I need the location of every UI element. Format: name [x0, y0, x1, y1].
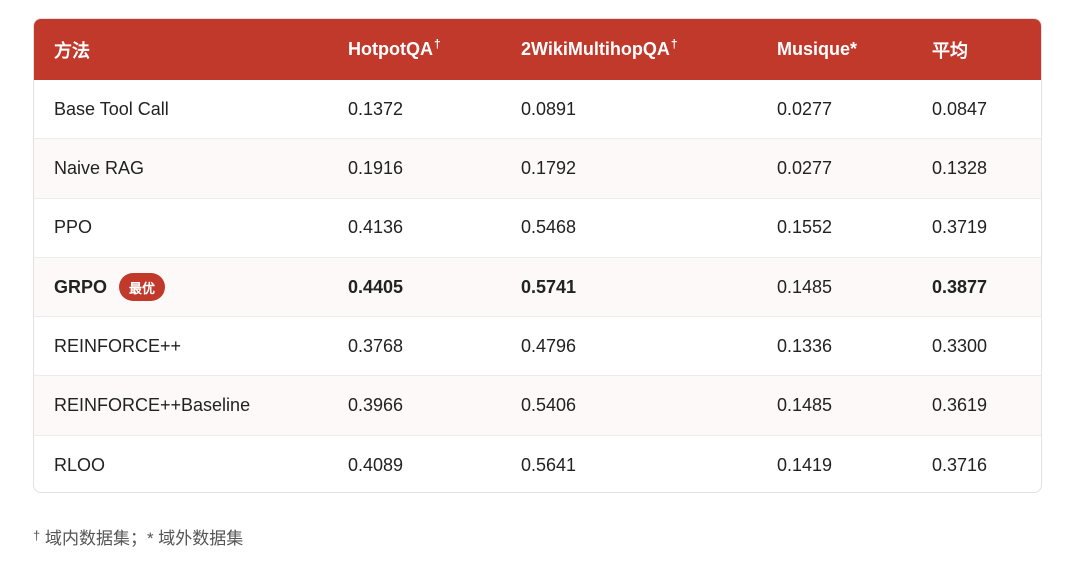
- footnote-text: 域内数据集；* 域外数据集: [40, 529, 244, 548]
- method-cell: REINFORCE++: [54, 335, 182, 356]
- dagger-mark: †: [33, 528, 41, 543]
- method-name: GRPO: [54, 276, 108, 297]
- table-row: REINFORCE++Baseline 0.3966 0.5406 0.1485…: [34, 376, 1041, 436]
- wiki-cell: 0.1792: [521, 157, 577, 178]
- musique-cell: 0.0277: [777, 157, 833, 178]
- dagger-mark: †: [433, 36, 441, 51]
- method-cell: REINFORCE++Baseline: [54, 395, 251, 416]
- average-cell: 0.1328: [932, 157, 988, 178]
- hotpotqa-cell: 0.3966: [348, 395, 404, 416]
- table-footnote: † 域内数据集；* 域外数据集: [33, 524, 243, 549]
- table-row: Naive RAG 0.1916 0.1792 0.0277 0.1328: [34, 139, 1041, 199]
- method-cell: RLOO: [54, 454, 106, 475]
- hotpotqa-cell: 0.4136: [348, 217, 404, 238]
- musique-cell: 0.1485: [777, 276, 833, 297]
- results-table: 方法 HotpotQA † 2WikiMultihopQA † Musique* 平…: [33, 18, 1042, 493]
- hotpotqa-cell: 0.1372: [348, 98, 404, 119]
- table-row: PPO 0.4136 0.5468 0.1552 0.3719: [34, 199, 1041, 258]
- table-row-best: GRPO 最优 0.4405 0.5741 0.1485 0.3877: [34, 257, 1041, 318]
- header-average: 平均: [932, 40, 968, 61]
- table-row: RLOO 0.4089 0.5641 0.1419 0.3716: [34, 436, 1041, 492]
- wiki-cell: 0.5741: [521, 276, 577, 297]
- musique-cell: 0.1336: [777, 335, 833, 356]
- hotpotqa-cell: 0.1916: [348, 157, 404, 178]
- method-cell: PPO: [54, 217, 93, 238]
- wiki-cell: 0.0891: [521, 98, 577, 119]
- table-row: REINFORCE++ 0.3768 0.4796 0.1336 0.3300: [34, 317, 1041, 377]
- header-hotpotqa: HotpotQA †: [348, 36, 441, 60]
- average-cell: 0.3300: [932, 335, 988, 356]
- hotpotqa-cell: 0.4405: [348, 276, 404, 297]
- header-musique: Musique*: [777, 39, 858, 59]
- hotpotqa-cell: 0.3768: [348, 335, 404, 356]
- musique-cell: 0.1485: [777, 395, 833, 416]
- header-method: 方法: [54, 40, 90, 61]
- method-cell: Base Tool Call: [54, 98, 169, 119]
- average-cell: 0.0847: [932, 98, 988, 119]
- method-cell: Naive RAG: [54, 157, 145, 178]
- musique-cell: 0.0277: [777, 98, 833, 119]
- table-header-row: 方法 HotpotQA † 2WikiMultihopQA † Musique* 平…: [34, 19, 1041, 80]
- average-cell: 0.3716: [932, 454, 988, 475]
- header-2wikimultihopqa: 2WikiMultihopQA †: [521, 36, 678, 60]
- musique-cell: 0.1419: [777, 454, 833, 475]
- hotpotqa-cell: 0.4089: [348, 454, 404, 475]
- musique-cell: 0.1552: [777, 217, 833, 238]
- wiki-cell: 0.5406: [521, 395, 577, 416]
- average-cell: 0.3719: [932, 217, 988, 238]
- method-cell: GRPO 最优: [54, 258, 166, 316]
- wiki-cell: 0.5641: [521, 454, 577, 475]
- wiki-cell: 0.5468: [521, 217, 577, 238]
- best-badge: 最优: [119, 273, 166, 302]
- average-cell: 0.3619: [932, 395, 988, 416]
- table-row: Base Tool Call 0.1372 0.0891 0.0277 0.08…: [34, 80, 1041, 140]
- dagger-mark: †: [670, 36, 678, 51]
- average-cell: 0.3877: [932, 276, 988, 297]
- wiki-cell: 0.4796: [521, 335, 577, 356]
